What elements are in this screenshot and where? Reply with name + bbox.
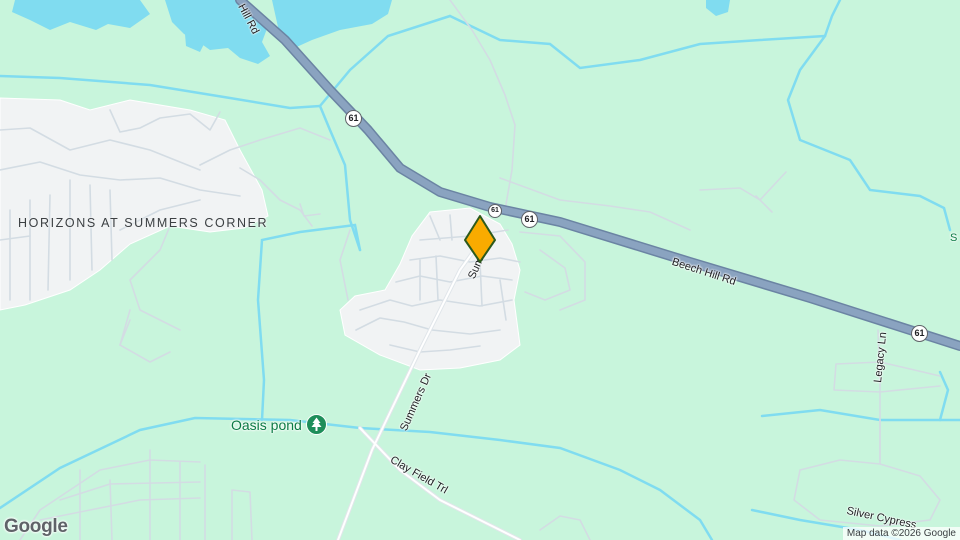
water-bodies	[12, 0, 730, 64]
poi-label-oasis-pond[interactable]: Oasis pond	[231, 417, 302, 433]
route-61-shield: 61	[521, 211, 538, 228]
map-attribution[interactable]: Map data ©2026 Google	[842, 527, 960, 540]
edge-place-label: S	[950, 232, 958, 244]
location-pin-icon[interactable]	[462, 214, 498, 266]
highway-61	[235, 0, 960, 351]
park-tree-icon[interactable]	[306, 414, 327, 435]
map-canvas[interactable]: HORIZONS AT SUMMERS CORNER Hill Rd Beech…	[0, 0, 960, 540]
google-logo[interactable]: Google	[4, 516, 68, 538]
neighborhood-label: HORIZONS AT SUMMERS CORNER	[18, 216, 267, 231]
route-61-shield: 61	[345, 110, 362, 127]
route-61-shield: 61	[911, 325, 928, 342]
